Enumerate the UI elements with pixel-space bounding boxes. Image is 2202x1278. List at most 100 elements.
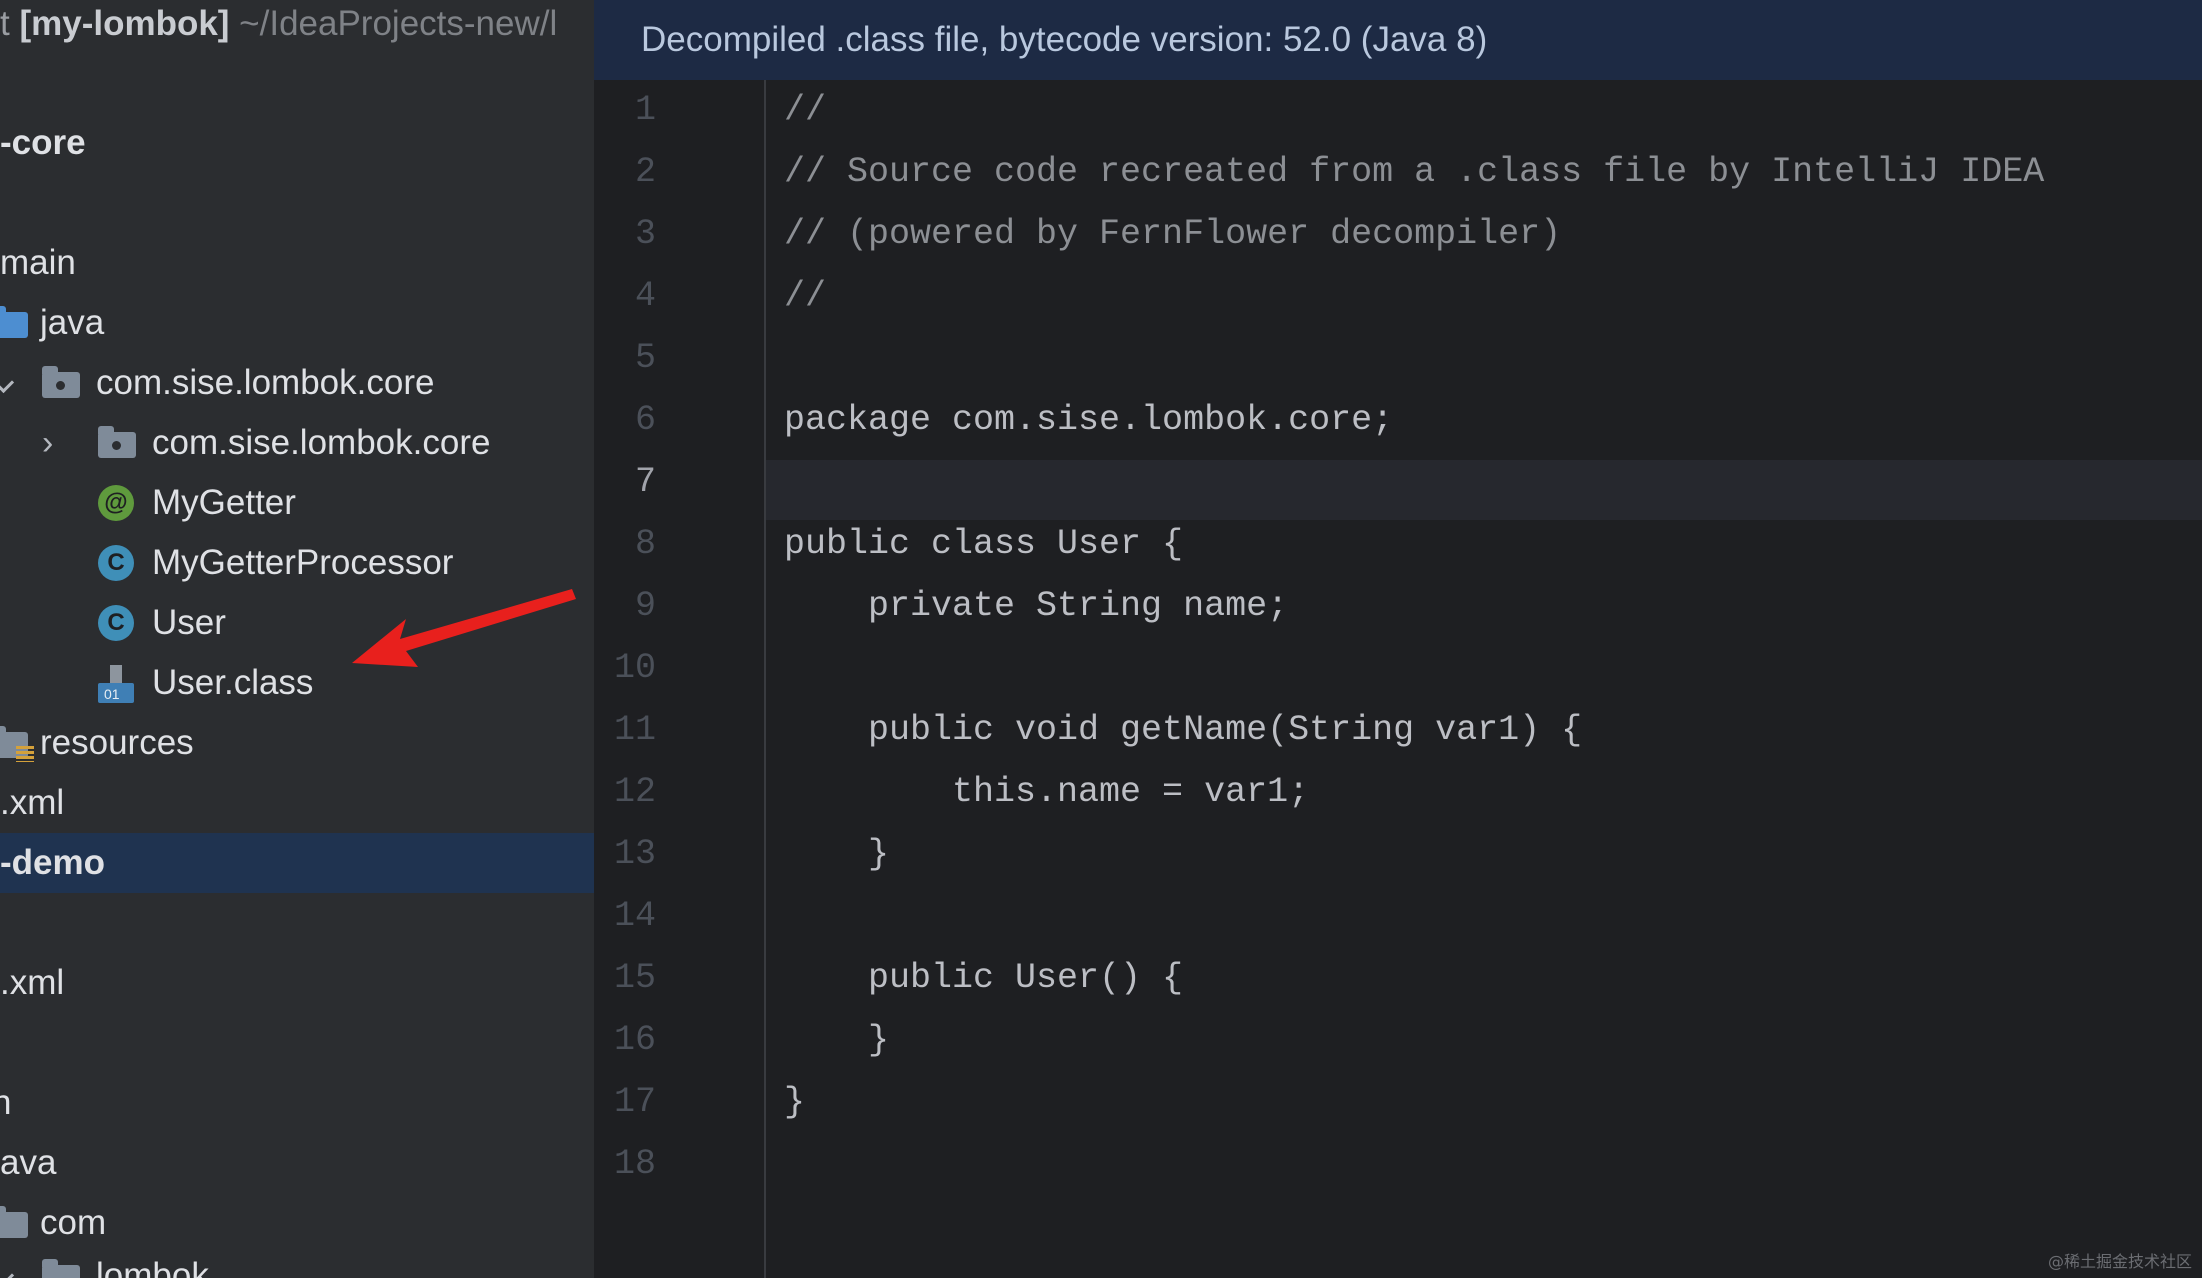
chevron-right-icon[interactable]: › — [42, 413, 53, 473]
code-line[interactable]: 10 — [594, 638, 2202, 700]
tree-item-xml[interactable]: .xml — [0, 773, 594, 833]
code-text: package com.sise.lombok.core; — [784, 400, 1394, 440]
project-header-prefix: t — [0, 4, 20, 43]
banner-text: Decompiled .class file, bytecode version… — [641, 20, 1488, 59]
project-path: ~/IdeaProjects-new/l — [229, 4, 558, 43]
code-text: public void getName(String var1) { — [784, 710, 1583, 750]
code-line[interactable]: 2 // Source code recreated from a .class … — [594, 142, 2202, 204]
watermark: @稀土掘金技术社区 — [2047, 1252, 2192, 1271]
code-line[interactable]: 5 — [594, 328, 2202, 390]
code-text: public User() { — [784, 958, 1184, 998]
code-text: } — [784, 1082, 806, 1122]
tree-item-java-demo[interactable]: ava — [0, 1133, 594, 1193]
chevron-down-icon[interactable] — [0, 371, 15, 394]
tree-item-label: com.sise.lombok.core — [96, 363, 435, 402]
line-number: 9 — [634, 586, 656, 626]
tree-item-label: com — [40, 1203, 107, 1242]
tree-item-java[interactable]: java — [0, 293, 594, 353]
code-line[interactable]: 18 — [594, 1134, 2202, 1196]
tree-item-main-demo[interactable]: n — [0, 1073, 594, 1133]
folder-icon — [0, 1206, 28, 1238]
code-text: } — [784, 1020, 890, 1060]
line-number: 12 — [613, 772, 656, 812]
tree-item-label: .xml — [0, 963, 65, 1002]
code-text: // — [784, 276, 827, 316]
line-number: 10 — [613, 648, 656, 688]
tree-item-label: java — [40, 303, 105, 342]
code-line[interactable]: 12 this.name = var1; — [594, 762, 2202, 824]
tree-item-label: -demo — [0, 843, 105, 882]
code-line[interactable]: 16 } — [594, 1010, 2202, 1072]
line-number: 6 — [634, 400, 656, 440]
line-number: 15 — [613, 958, 656, 998]
line-number: 14 — [613, 896, 656, 936]
code-line[interactable]: 4 // — [594, 266, 2202, 328]
code-line[interactable]: 8 public class User { — [594, 514, 2202, 576]
line-number: 17 — [613, 1082, 656, 1122]
tree-item-label: User.class — [152, 663, 314, 702]
code-text: // — [784, 90, 827, 130]
code-line[interactable]: 3 // (powered by FernFlower decompiler) — [594, 204, 2202, 266]
line-number: 4 — [634, 276, 656, 316]
line-number: 7 — [634, 462, 656, 502]
tree-item-label: User — [152, 603, 226, 642]
code-line[interactable]: 15 public User() { — [594, 948, 2202, 1010]
tree-item-label: lombok — [96, 1256, 209, 1278]
code-line[interactable]: 13 } — [594, 824, 2202, 886]
tree-item-core-module[interactable]: -core — [0, 113, 594, 173]
tree-item-package-core[interactable]: com.sise.lombok.core — [0, 353, 594, 413]
tree-item-demo-module[interactable]: -demo — [0, 833, 594, 893]
line-number: 1 — [634, 90, 656, 130]
resources-folder-icon — [0, 726, 34, 762]
tree-item-package-core-nested[interactable]: › com.sise.lombok.core — [0, 413, 594, 473]
project-panel: t [my-lombok] ~/IdeaProjects-new/l -core… — [0, 0, 594, 1278]
package-icon — [42, 366, 80, 398]
tree-item-label: ava — [0, 1143, 57, 1182]
tree-item-label: com.sise.lombok.core — [152, 423, 491, 462]
class-icon: C — [98, 605, 134, 641]
tree-item-xml[interactable]: .xml — [0, 953, 594, 1013]
code-text: } — [784, 834, 890, 874]
code-line[interactable]: 11 public void getName(String var1) { — [594, 700, 2202, 762]
line-number: 5 — [634, 338, 656, 378]
tree-item-label: resources — [40, 723, 194, 762]
package-icon — [98, 426, 136, 458]
code-text: private String name; — [784, 586, 1289, 626]
project-header: t [my-lombok] ~/IdeaProjects-new/l — [0, 0, 557, 52]
folder-icon — [42, 1259, 80, 1278]
line-number: 8 — [634, 524, 656, 564]
source-folder-icon — [0, 306, 28, 338]
tree-item-label: -core — [0, 123, 86, 162]
tree-item-mygetter[interactable]: @ MyGetter — [0, 473, 594, 533]
tree-item-label: main — [0, 243, 76, 282]
tree-item-com[interactable]: com — [0, 1193, 594, 1253]
annotation-icon: @ — [98, 485, 134, 521]
project-name: [my-lombok] — [19, 4, 230, 43]
class-file-icon: 01 — [98, 665, 134, 703]
line-number: 11 — [613, 710, 656, 750]
tree-item-resources[interactable]: resources — [0, 713, 594, 773]
code-editor[interactable]: 1 // 2 // Source code recreated from a .cl… — [594, 80, 2202, 1278]
code-line[interactable]: 17} — [594, 1072, 2202, 1134]
line-number: 16 — [613, 1020, 656, 1060]
tree-item-label: .xml — [0, 783, 65, 822]
tree-item-label: n — [0, 1083, 12, 1122]
code-line[interactable]: 14 — [594, 886, 2202, 948]
decompiled-banner: Decompiled .class file, bytecode version… — [594, 0, 2202, 80]
code-line[interactable]: 9 private String name; — [594, 576, 2202, 638]
tree-item-main[interactable]: main — [0, 233, 594, 293]
code-line[interactable]: 6 package com.sise.lombok.core; — [594, 390, 2202, 452]
svg-text:01: 01 — [104, 686, 120, 702]
code-line[interactable]: 1 // — [594, 80, 2202, 142]
tree-item-lombok[interactable]: lombok — [0, 1246, 594, 1278]
chevron-down-icon[interactable] — [0, 1264, 15, 1278]
code-text: this.name = var1; — [784, 772, 1310, 812]
line-number: 18 — [613, 1144, 656, 1184]
tree-item-label: MyGetter — [152, 483, 296, 522]
red-arrow-annotation — [352, 589, 576, 667]
code-text: // (powered by FernFlower decompiler) — [784, 214, 1562, 254]
line-number: 13 — [613, 834, 656, 874]
class-icon: C — [98, 545, 134, 581]
code-text: // Source code recreated from a .class f… — [784, 152, 2045, 192]
code-line-current[interactable]: 7 — [594, 452, 2202, 514]
